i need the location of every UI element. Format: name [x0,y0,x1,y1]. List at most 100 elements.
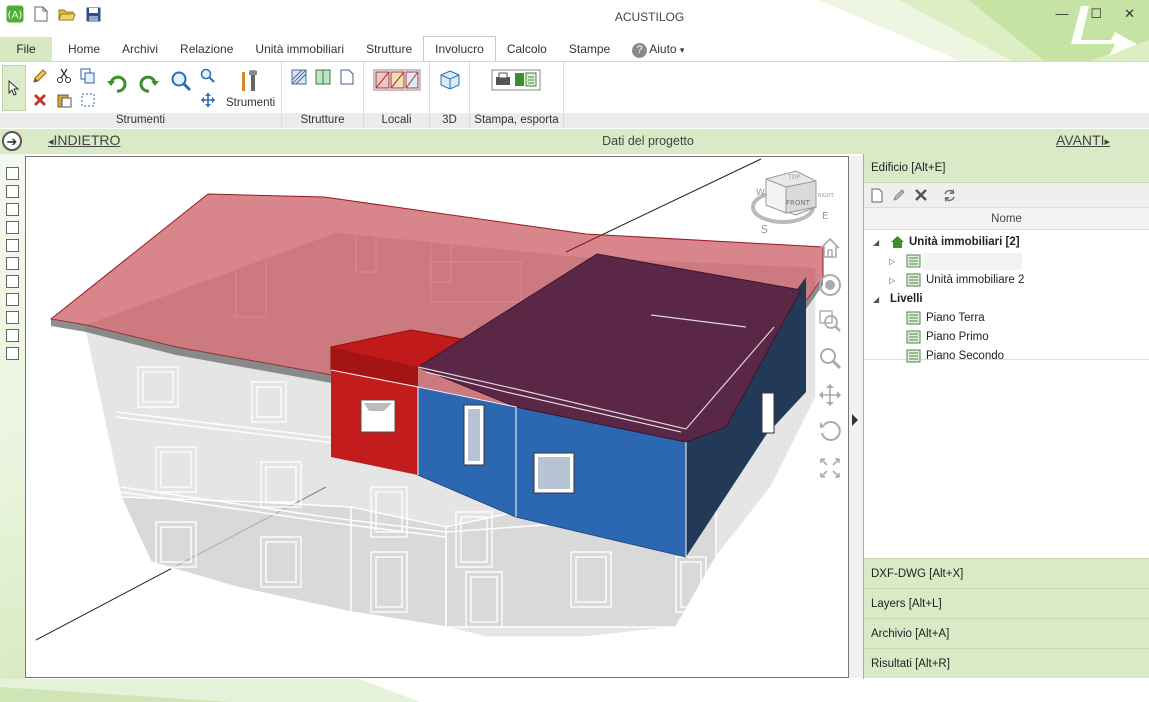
copy-icon[interactable] [78,66,98,86]
collapse-arrow-icon[interactable]: ◢ [873,290,879,309]
rooms-icon[interactable] [372,68,422,92]
visibility-checkbox[interactable] [6,203,19,216]
tree-label-level: Piano Terra [926,312,985,324]
app-logo-icon[interactable]: (A) [6,5,24,23]
refresh-icon[interactable] [941,187,957,203]
edit-pencil-icon[interactable] [30,66,50,86]
tab-home[interactable]: Home [57,37,111,61]
group-strumenti: Strumenti Strumenti [0,62,282,128]
project-nav-bar: ➔ ◂INDIETRO Dati del progetto AVANTI▸ [0,129,1149,154]
tree-node-livelli[interactable]: ◢ Livelli [864,290,1149,309]
select-area-icon[interactable] [78,90,98,110]
maximize-button[interactable]: ☐ [1090,6,1102,22]
tree-label-unit-2: Unità immobiliare 2 [926,274,1025,286]
chevron-down-icon: ▾ [679,45,685,55]
close-button[interactable]: ✕ [1124,6,1135,22]
visibility-checkbox[interactable] [6,275,19,288]
expand-arrow-icon[interactable]: ▷ [889,271,895,290]
tree-node-unit-1[interactable]: ▷ [864,252,1149,271]
tree-node-level[interactable]: Piano Secondo [864,347,1149,366]
tab-archivi[interactable]: Archivi [111,37,169,61]
building-tree: ◢ Unità immobiliari [2] ▷ ▷ Unità immobi… [864,230,1149,363]
visibility-checkbox[interactable] [6,293,19,306]
pan-view-icon[interactable] [816,381,844,409]
tab-aiuto[interactable]: ? Aiuto ▾ [621,37,695,61]
delete-item-icon[interactable] [913,187,929,203]
forward-link[interactable]: AVANTI▸ [1056,132,1110,148]
expand-arrow-icon[interactable]: ▷ [889,252,895,271]
tree-label-livelli: Livelli [890,293,923,305]
orbit-wheel-icon[interactable] [816,271,844,299]
nav-toggle-arrow-icon[interactable]: ➔ [2,131,22,151]
tree-node-level[interactable]: Piano Terra [864,309,1149,328]
tree-node-level[interactable]: Piano Primo [864,328,1149,347]
redo-icon[interactable] [136,70,162,96]
building-panel: Edificio [Alt+E] Nome ◢ Unità immobiliar… [863,154,1149,679]
zoom-view-icon[interactable] [816,344,844,372]
panel-layers[interactable]: Layers [Alt+L] [864,588,1149,618]
minimize-button[interactable]: — [1055,6,1068,22]
tab-aiuto-label: Aiuto [649,42,677,56]
tab-calcolo[interactable]: Calcolo [496,37,558,61]
collapse-panel-arrow-icon[interactable] [852,414,858,426]
strumenti-button-label[interactable]: Strumenti [226,97,275,109]
building-3d-model[interactable]: FRONT TOP RIGHT S E W [26,157,849,678]
delete-icon[interactable] [30,90,50,110]
pan-icon[interactable] [198,90,218,110]
new-item-icon[interactable] [869,187,885,203]
panel-splitter[interactable] [849,156,863,678]
collapse-arrow-icon[interactable]: ◢ [873,233,879,252]
house-icon [891,236,904,248]
fullscreen-icon[interactable] [816,454,844,482]
view-cube-icon[interactable]: FRONT TOP RIGHT S E W [751,170,835,236]
cut-icon[interactable] [54,66,74,86]
viewport-3d[interactable]: FRONT TOP RIGHT S E W [25,156,849,678]
visibility-checkbox[interactable] [6,329,19,342]
rotate-view-icon[interactable] [816,417,844,445]
wall-hatch-icon[interactable] [289,67,309,87]
tree-node-unit-2[interactable]: ▷ Unità immobiliare 2 [864,271,1149,290]
tab-involucro[interactable]: Involucro [423,36,496,61]
group-label-strumenti: Strumenti [0,113,281,128]
tools-wrench-icon[interactable] [238,68,262,94]
ribbon-panel: Strumenti Strumenti Strutture Locali 3D [0,61,1149,128]
zoom-window-icon[interactable] [198,66,218,86]
tree-label-unita-immobiliari: Unità immobiliari [2] [909,236,1020,248]
undo-icon[interactable] [104,70,130,96]
document-structure-icon[interactable] [337,67,357,87]
panel-archivio[interactable]: Archivio [Alt+A] [864,618,1149,648]
open-folder-icon[interactable] [58,5,76,23]
tree-node-unita-immobiliari[interactable]: ◢ Unità immobiliari [2] [864,233,1149,252]
visibility-checkbox[interactable] [6,257,19,270]
panel-dxf-dwg[interactable]: DXF-DWG [Alt+X] [864,558,1149,588]
tab-strutture[interactable]: Strutture [355,37,423,61]
zoom-icon[interactable] [168,68,194,94]
back-link[interactable]: ◂INDIETRO [48,132,120,148]
select-pointer-icon[interactable] [2,65,26,111]
visibility-checkbox[interactable] [6,185,19,198]
tab-file[interactable]: File [0,37,52,61]
column-header-nome[interactable]: Nome [864,208,1149,230]
new-file-icon[interactable] [32,5,50,23]
panel-header-edificio[interactable]: Edificio [Alt+E] [864,154,1149,183]
tab-relazione[interactable]: Relazione [169,37,244,61]
panel-risultati[interactable]: Risultati [Alt+R] [864,648,1149,678]
edit-item-icon[interactable] [891,187,907,203]
visibility-checkbox[interactable] [6,311,19,324]
tree-label-unit-1 [922,253,1022,270]
paste-icon[interactable] [54,90,74,110]
visibility-checkbox[interactable] [6,221,19,234]
tab-unita-immobiliari[interactable]: Unità immobiliari [244,37,355,61]
tab-stampe[interactable]: Stampe [558,37,621,61]
visibility-checkbox[interactable] [6,167,19,180]
save-icon[interactable] [84,5,102,23]
visibility-checkbox[interactable] [6,239,19,252]
visibility-checkbox[interactable] [6,347,19,360]
forward-arrow-icon: ▸ [1104,136,1110,148]
window-structure-icon[interactable] [313,67,333,87]
home-view-icon[interactable] [816,234,844,262]
cube-3d-icon[interactable] [438,68,462,92]
zoom-extents-icon[interactable] [816,307,844,335]
forward-link-label: AVANTI [1055,132,1105,148]
print-export-icon[interactable] [490,68,542,92]
